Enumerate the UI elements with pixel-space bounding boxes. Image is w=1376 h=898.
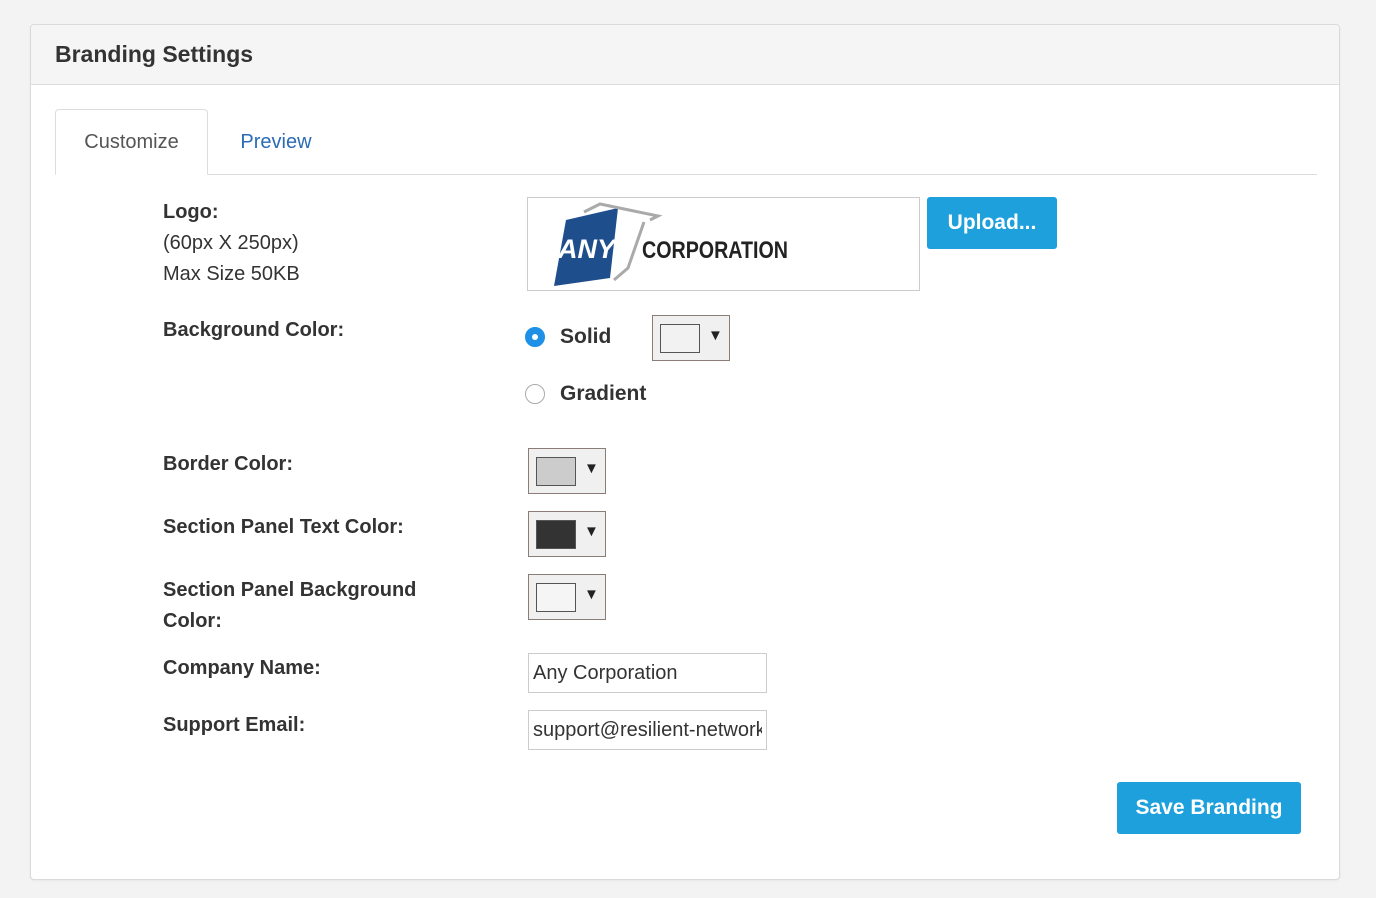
border-color-picker[interactable]: ▼ (528, 448, 606, 494)
logo-preview: ANY CORPORATION (527, 197, 920, 291)
radio-solid-label: Solid (560, 325, 612, 348)
tab-preview[interactable]: Preview (209, 109, 343, 175)
section-panel-background-color-picker[interactable]: ▼ (528, 574, 606, 620)
radio-gradient-indicator[interactable] (525, 384, 545, 404)
radio-gradient[interactable]: Gradient (525, 382, 646, 406)
section-panel-text-color-label: Section Panel Text Color: (163, 516, 404, 538)
color-swatch (536, 457, 576, 486)
tab-customize[interactable]: Customize (55, 109, 208, 175)
support-email-label: Support Email: (163, 714, 306, 736)
logo-label-group: Logo: (60px X 250px) Max Size 50KB (163, 197, 300, 290)
dropdown-arrow-icon: ▼ (708, 327, 723, 344)
color-swatch (536, 583, 576, 612)
border-color-label: Border Color: (163, 453, 293, 475)
panel-header: Branding Settings (31, 25, 1339, 85)
radio-solid-indicator[interactable] (525, 327, 545, 347)
upload-button[interactable]: Upload... (927, 197, 1057, 249)
section-panel-background-color-label: Section Panel Background Color: (163, 579, 417, 632)
radio-solid[interactable]: Solid (525, 325, 611, 349)
save-branding-button[interactable]: Save Branding (1117, 782, 1301, 834)
logo-label: Logo: (163, 201, 219, 223)
logo-text-corporation: CORPORATION (642, 237, 788, 264)
logo-max-size: Max Size 50KB (163, 263, 300, 285)
support-email-input[interactable] (528, 710, 767, 750)
dropdown-arrow-icon: ▼ (584, 523, 599, 540)
tab-bar: Customize Preview (55, 109, 1317, 175)
radio-gradient-label: Gradient (560, 382, 647, 405)
company-name-label: Company Name: (163, 657, 321, 679)
color-swatch (536, 520, 576, 549)
panel-title: Branding Settings (55, 41, 254, 67)
background-color-label: Background Color: (163, 319, 345, 341)
branding-settings-panel: Branding Settings Customize Preview Logo… (30, 24, 1340, 880)
color-swatch (660, 324, 700, 353)
dropdown-arrow-icon: ▼ (584, 586, 599, 603)
background-solid-color-picker[interactable]: ▼ (652, 315, 730, 361)
logo-text-any: ANY (557, 234, 618, 264)
logo-dimensions: (60px X 250px) (163, 232, 299, 254)
company-name-input[interactable] (528, 653, 767, 693)
logo-image: ANY CORPORATION (554, 202, 788, 286)
section-panel-text-color-picker[interactable]: ▼ (528, 511, 606, 557)
dropdown-arrow-icon: ▼ (584, 460, 599, 477)
logo-swoosh-side (613, 221, 646, 282)
